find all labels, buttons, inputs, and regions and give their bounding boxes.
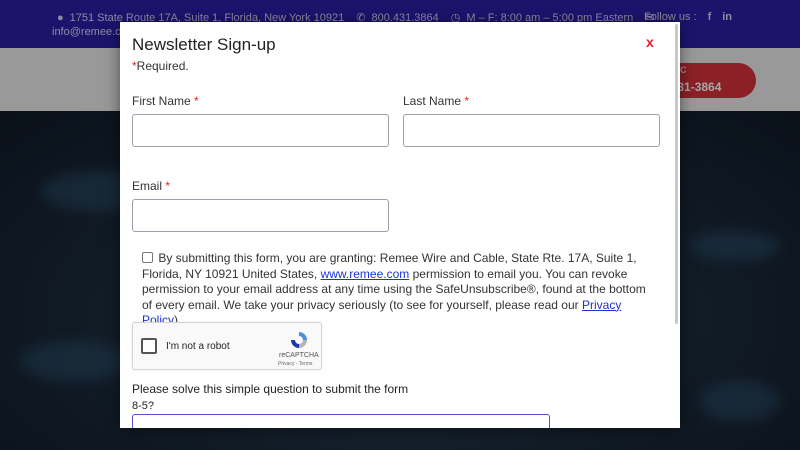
recaptcha-terms[interactable]: Privacy - Terms xyxy=(278,361,312,367)
consent-checkbox[interactable] xyxy=(142,252,153,263)
required-note-text: Required. xyxy=(136,59,189,73)
email-label-text: Email xyxy=(132,179,163,193)
first-name-input[interactable] xyxy=(132,114,389,147)
modal-title: Newsletter Sign-up xyxy=(132,35,276,54)
recaptcha-label: I'm not a robot xyxy=(166,341,230,352)
question-text: 8-5? xyxy=(132,400,155,412)
recaptcha-logo-icon xyxy=(291,332,307,348)
first-name-label: First Name * xyxy=(132,94,199,108)
required-mark: * xyxy=(194,94,199,108)
last-name-input[interactable] xyxy=(403,114,660,147)
question-label: Please solve this simple question to sub… xyxy=(132,382,409,396)
close-button[interactable]: x xyxy=(646,34,654,50)
modal-scrollbar[interactable] xyxy=(675,24,678,324)
newsletter-modal: Newsletter Sign-up x *Required. First Na… xyxy=(120,22,680,428)
last-name-label-text: Last Name xyxy=(403,94,462,108)
required-mark: * xyxy=(464,94,470,108)
recaptcha-brand: reCAPTCHA xyxy=(279,352,319,359)
email-label: Email * xyxy=(132,179,170,193)
email-input[interactable] xyxy=(132,199,389,232)
required-mark: * xyxy=(165,179,171,193)
recaptcha-checkbox[interactable] xyxy=(141,338,157,354)
recaptcha-widget: I'm not a robot reCAPTCHA Privacy - Term… xyxy=(132,322,322,370)
website-link[interactable]: www.remee.com xyxy=(321,267,410,281)
last-name-label: Last Name * xyxy=(403,94,469,108)
required-note: *Required. xyxy=(132,59,189,73)
answer-input[interactable] xyxy=(132,414,550,428)
first-name-label-text: First Name xyxy=(132,94,191,108)
consent-block: By submitting this form, you are grantin… xyxy=(142,251,650,329)
